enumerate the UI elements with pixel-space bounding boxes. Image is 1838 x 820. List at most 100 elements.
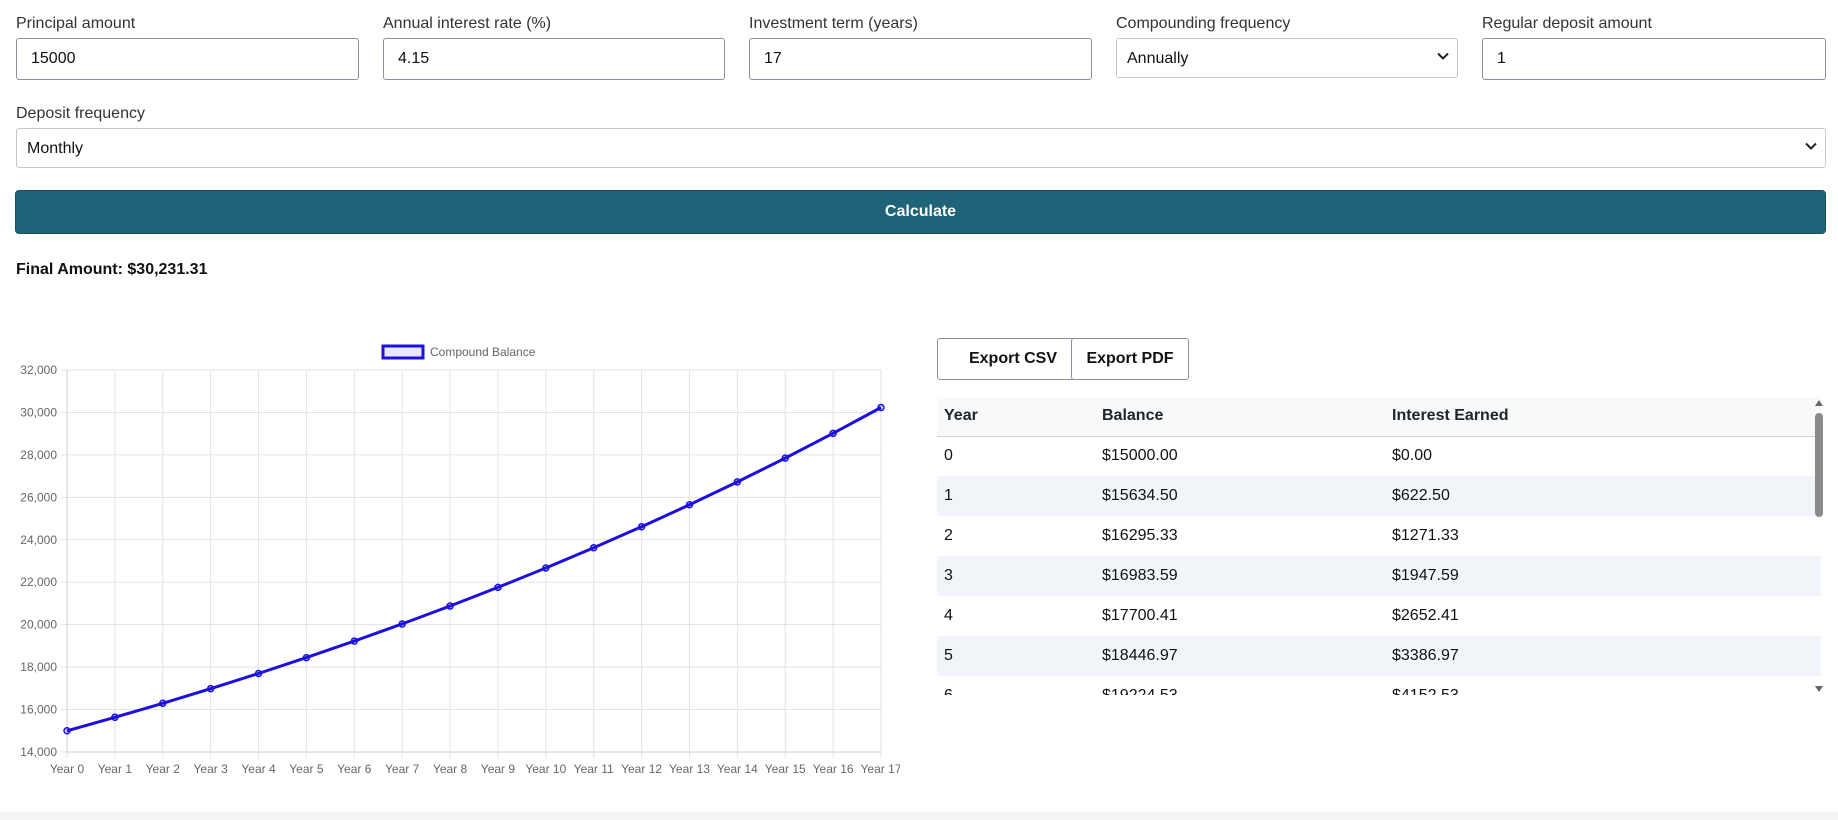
data-point: [159, 699, 167, 708]
deposit-frequency-label: Deposit frequency: [16, 105, 145, 122]
table-scrollbar[interactable]: [1812, 397, 1826, 695]
compound-balance-chart: 14,000 16,000 18,000 20,000 22,000 24,000 26,0…: [20, 344, 900, 776]
schedule-table-container[interactable]: Year Balance Interest Earned 0 $15000.00…: [937, 397, 1821, 695]
y-tick-label: 30,000: [20, 405, 57, 419]
data-point: [542, 564, 550, 572]
data-point: [589, 544, 598, 552]
cell-interest: $3386.97: [1385, 636, 1821, 676]
x-axis-tick-labels: Year 0 Year 1 Year 2 Year 3 Year 4 Year 5 Year…: [50, 762, 900, 776]
x-tick-label: Year 10: [525, 762, 566, 776]
x-tick-label: Year 0: [50, 762, 85, 776]
schedule-table: Year Balance Interest Earned 0 $15000.00…: [937, 397, 1821, 695]
term-field: Investment term (years): [749, 14, 1092, 80]
y-tick-label: 22,000: [20, 575, 57, 589]
data-point: [350, 637, 359, 645]
table-row: 5 $18446.97 $3386.97: [937, 636, 1821, 676]
table-row: 0 $15000.00 $0.00: [937, 436, 1821, 476]
y-tick-label: 18,000: [20, 660, 57, 674]
calculate-button[interactable]: Calculate: [15, 190, 1826, 234]
cell-year: 2: [944, 527, 953, 544]
legend-swatch: [381, 344, 425, 360]
data-point: [637, 522, 646, 531]
data-point: [685, 501, 694, 509]
x-tick-label: Year 4: [241, 762, 276, 776]
deposit-frequency-select[interactable]: Monthly: [16, 128, 1826, 168]
deposit-frequency-field: Deposit frequency Monthly: [16, 104, 1826, 168]
rate-input[interactable]: [383, 38, 725, 80]
cell-balance: $16983.59: [1095, 556, 1385, 596]
cell-balance: $15000.00: [1102, 447, 1178, 465]
table-row: 2 $16295.33 $1271.33: [937, 516, 1821, 556]
x-tick-label: Year 5: [289, 762, 324, 776]
x-tick-label: Year 6: [337, 762, 372, 776]
y-tick-label: 14,000: [20, 745, 57, 759]
data-point: [781, 454, 789, 462]
x-tick-label: Year 1: [98, 762, 133, 776]
header-interest: Interest Earned: [1385, 397, 1821, 437]
cell-balance: $19224.53: [1095, 676, 1385, 695]
x-tick-label: Year 3: [194, 762, 229, 776]
y-tick-label: 20,000: [20, 618, 57, 632]
term-label: Investment term (years): [749, 15, 918, 32]
header-balance: Balance: [1095, 397, 1385, 437]
cell-interest: $2652.41: [1392, 607, 1459, 624]
cell-interest: $1947.59: [1385, 556, 1821, 596]
cell-interest: $0.00: [1392, 447, 1433, 465]
data-point: [302, 653, 311, 662]
data-point: [398, 620, 406, 628]
compounding-field: Compounding frequency Annually: [1116, 14, 1458, 78]
export-pdf-button[interactable]: Export PDF: [1071, 338, 1189, 380]
x-tick-label: Year 2: [146, 762, 181, 776]
table-row: 6 $19224.53 $4152.53: [937, 676, 1821, 695]
x-tick-label: Year 15: [765, 762, 806, 776]
data-point: [494, 583, 502, 592]
cell-year: 6: [937, 676, 1095, 695]
cell-interest: $1271.33: [1392, 527, 1459, 544]
table-row: 3 $16983.59 $1947.59: [937, 556, 1821, 596]
data-point: [829, 429, 837, 438]
x-tick-label: Year 11: [574, 762, 614, 776]
table-header-row: Year Balance Interest Earned: [937, 397, 1821, 437]
data-point: [206, 684, 215, 693]
term-input[interactable]: [749, 38, 1092, 80]
x-tick-label: Year 7: [385, 762, 420, 776]
compounding-label: Compounding frequency: [1116, 15, 1291, 32]
x-tick-label: Year 16: [813, 762, 854, 776]
page-footer-strip: [0, 812, 1838, 820]
chart-grid: [61, 369, 882, 758]
principal-label: Principal amount: [16, 15, 136, 32]
principal-input[interactable]: [16, 38, 359, 80]
cell-year: 0: [944, 447, 953, 465]
y-axis-tick-labels: 14,000 16,000 18,000 20,000 22,000 24,000 26,0…: [20, 363, 57, 759]
compounding-select-wrap: Annually: [1116, 38, 1458, 78]
data-point: [254, 669, 263, 678]
scroll-thumb[interactable]: [1815, 413, 1823, 517]
series-points: [63, 403, 885, 735]
y-tick-label: 28,000: [20, 448, 57, 462]
cell-year: 5: [937, 636, 1095, 676]
chart-legend[interactable]: Compound Balance: [381, 344, 536, 360]
scroll-down-arrow-icon[interactable]: [1815, 686, 1823, 692]
rate-field: Annual interest rate (%): [383, 14, 725, 80]
principal-field: Principal amount: [16, 14, 359, 80]
legend-label: Compound Balance: [430, 345, 536, 359]
scroll-up-arrow-icon[interactable]: [1815, 400, 1823, 406]
cell-balance: $16295.33: [1102, 527, 1178, 544]
x-tick-label: Year 12: [621, 762, 662, 776]
y-tick-label: 26,000: [20, 490, 57, 504]
data-point: [63, 727, 71, 735]
deposit-field: Regular deposit amount: [1482, 14, 1826, 80]
x-tick-label: Year 17: [861, 762, 900, 776]
compounding-select[interactable]: Annually: [1116, 38, 1458, 78]
header-year: Year: [937, 397, 1095, 437]
cell-interest: $4152.53: [1385, 676, 1821, 695]
cell-year: 4: [944, 607, 953, 624]
rate-label: Annual interest rate (%): [383, 15, 552, 32]
deposit-input[interactable]: [1482, 38, 1826, 80]
x-tick-label: Year 14: [717, 762, 758, 776]
export-csv-button[interactable]: Export CSV: [937, 338, 1089, 380]
cell-balance: $15634.50: [1095, 476, 1385, 516]
cell-year: 1: [937, 476, 1095, 516]
y-tick-label: 32,000: [20, 363, 57, 377]
cell-interest: $622.50: [1385, 476, 1821, 516]
